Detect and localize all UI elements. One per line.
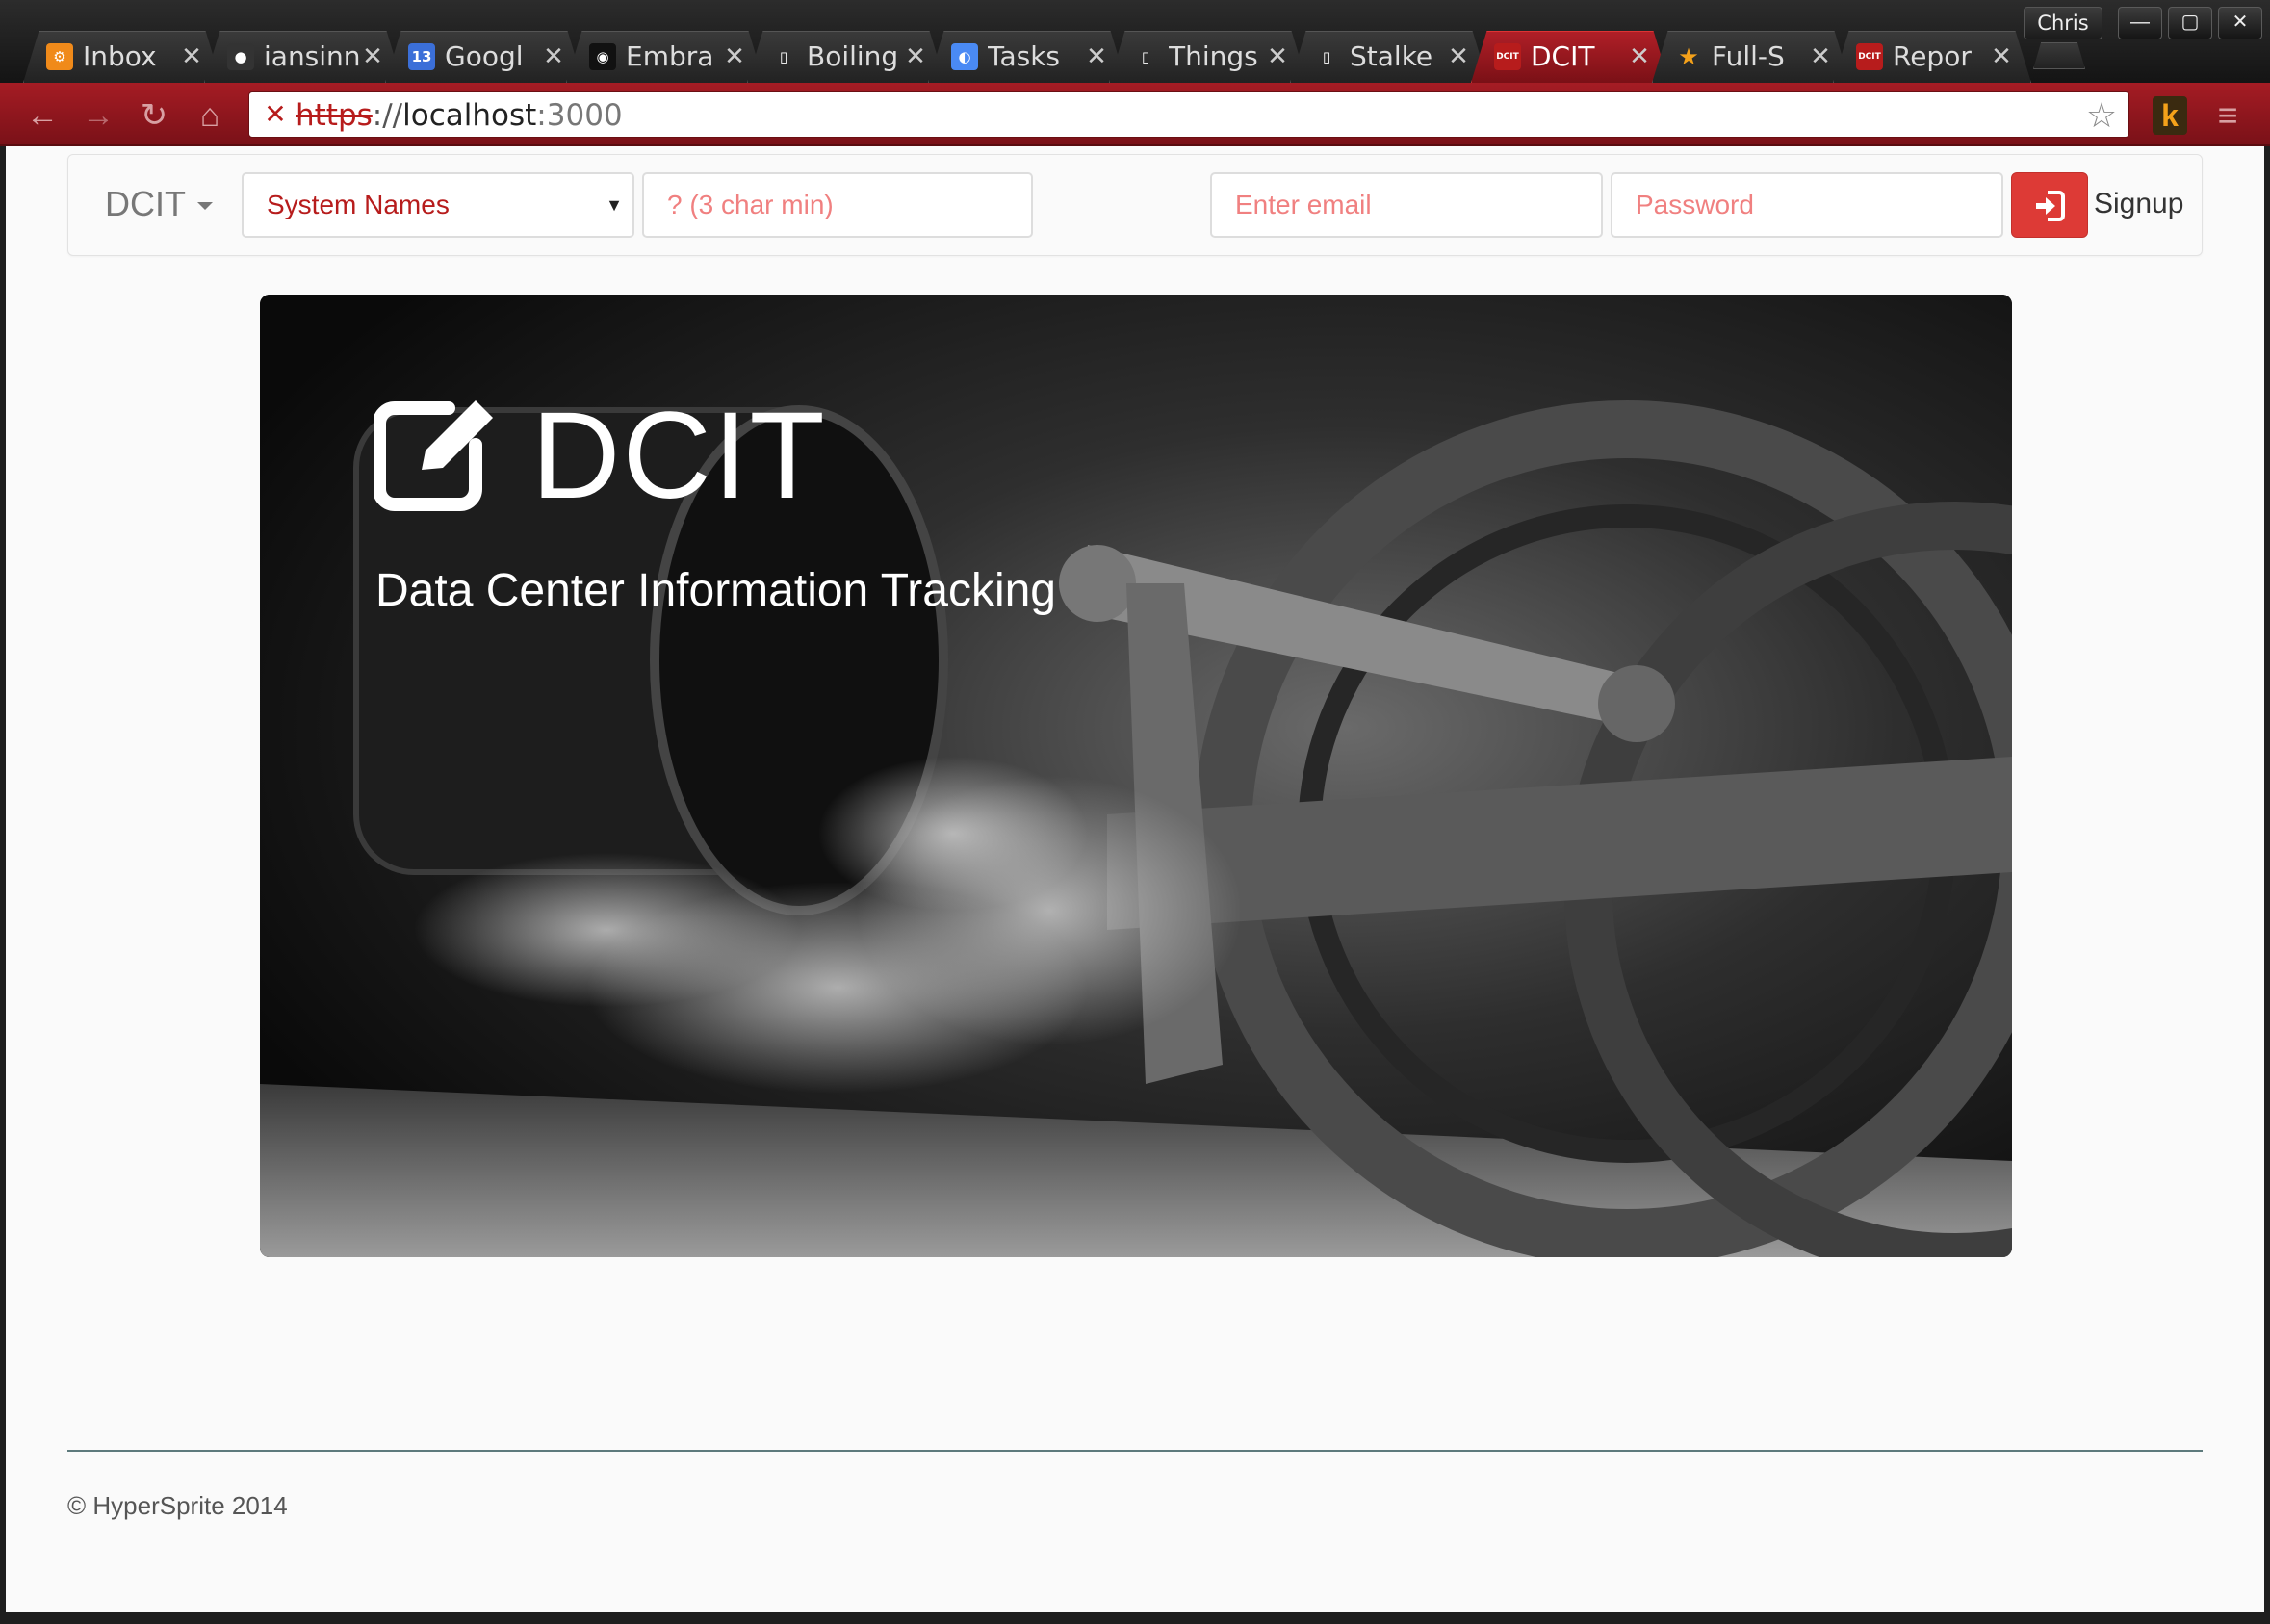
app-navbar: DCIT System Names ▼ ? (3 char min) Enter…	[67, 154, 2203, 256]
brand-label: DCIT	[105, 184, 186, 223]
tab-close-icon[interactable]: ✕	[539, 39, 568, 75]
tab-title: Boiling	[807, 40, 899, 72]
brand-dropdown[interactable]: DCIT	[105, 180, 213, 228]
reload-icon[interactable]: ↻	[135, 96, 173, 135]
tab-title: Things	[1169, 40, 1258, 72]
browser-window: Chris — ▢ ✕ ⚙ Inbox ✕ ● iansinn ✕ 13 Goo…	[0, 0, 2270, 1624]
title-bar: Chris — ▢ ✕ ⚙ Inbox ✕ ● iansinn ✕ 13 Goo…	[0, 0, 2270, 83]
maximize-button[interactable]: ▢	[2168, 7, 2212, 39]
url-separator: ://	[372, 98, 403, 133]
tab-title: Tasks	[988, 40, 1061, 72]
select-value: System Names	[267, 190, 450, 219]
tab-close-icon[interactable]: ✕	[720, 39, 749, 75]
address-bar[interactable]: ✕ https://localhost:3000 ☆	[248, 91, 2129, 138]
window-close-button[interactable]: ✕	[2218, 7, 2262, 39]
extension-k-icon[interactable]: k	[2153, 96, 2187, 135]
page-favicon-icon: ▯	[1141, 48, 1150, 65]
hero-banner: DCIT Data Center Information Tracking	[260, 295, 2012, 1257]
url-scheme: https	[296, 98, 373, 133]
login-button[interactable]	[2011, 172, 2088, 238]
tab-title: Embra	[626, 40, 714, 72]
tab-title: Stalke	[1350, 40, 1433, 72]
footer-copyright: © HyperSprite 2014	[67, 1491, 288, 1520]
new-tab-button[interactable]	[2033, 42, 2085, 69]
tab-close-icon[interactable]: ✕	[1444, 39, 1473, 75]
tab-title: Inbox	[83, 40, 157, 72]
url-host: localhost	[402, 98, 537, 133]
star-favicon-icon: ★	[1678, 43, 1699, 70]
insecure-connection-icon[interactable]: ✕	[261, 100, 290, 129]
tab-title: iansinn	[264, 40, 361, 72]
edit-square-icon	[374, 400, 493, 511]
tab-dcit-active[interactable]: DCIT DCIT ✕	[1471, 31, 1669, 83]
email-field[interactable]: Enter email	[1210, 172, 1603, 238]
page-viewport: DCIT System Names ▼ ? (3 char min) Enter…	[6, 146, 2264, 1612]
tab-title: Full-S	[1712, 40, 1785, 72]
tab-embra[interactable]: ◉ Embra ✕	[566, 31, 764, 83]
bookmark-star-icon[interactable]: ☆	[2082, 96, 2121, 135]
page-favicon-icon: ▯	[779, 48, 788, 65]
tab-inbox[interactable]: ⚙ Inbox ✕	[23, 31, 221, 83]
hero-title: DCIT	[531, 387, 827, 525]
tasks-favicon-icon: ◐	[951, 43, 978, 70]
tab-close-icon[interactable]: ✕	[1082, 39, 1111, 75]
calendar-favicon-icon: 13	[408, 43, 435, 70]
embra-favicon-icon: ◉	[589, 43, 616, 70]
url-text[interactable]: https://localhost:3000	[296, 98, 623, 133]
tab-close-icon[interactable]: ✕	[901, 39, 930, 75]
tab-close-icon[interactable]: ✕	[1987, 39, 2016, 75]
github-favicon-icon: ●	[227, 43, 254, 70]
dcit-favicon-icon: DCIT	[1856, 43, 1883, 70]
tab-github[interactable]: ● iansinn ✕	[204, 31, 402, 83]
tab-things[interactable]: ▯ Things ✕	[1109, 31, 1307, 83]
tab-close-icon[interactable]: ✕	[358, 39, 387, 75]
sign-in-icon	[2036, 191, 2065, 221]
tab-strip: ⚙ Inbox ✕ ● iansinn ✕ 13 Googl ✕ ◉ Embra…	[23, 31, 2141, 83]
tab-title: Repor	[1893, 40, 1972, 72]
dcit-favicon-icon: DCIT	[1494, 43, 1521, 70]
tab-close-icon[interactable]: ✕	[1806, 39, 1835, 75]
tab-google-calendar[interactable]: 13 Googl ✕	[385, 31, 583, 83]
home-icon[interactable]: ⌂	[191, 96, 229, 135]
locomotive-photo	[260, 295, 2012, 1257]
tab-stalker[interactable]: ▯ Stalke ✕	[1290, 31, 1488, 83]
tab-title: DCIT	[1531, 40, 1595, 72]
tab-tasks[interactable]: ◐ Tasks ✕	[928, 31, 1126, 83]
tab-full-stack[interactable]: ★ Full-S ✕	[1652, 31, 1850, 83]
tab-boiling[interactable]: ▯ Boiling ✕	[747, 31, 945, 83]
tab-close-icon[interactable]: ✕	[1625, 39, 1654, 75]
browser-menu-icon[interactable]: ≡	[2208, 96, 2247, 135]
tab-close-icon[interactable]: ✕	[177, 39, 206, 75]
password-field[interactable]: Password	[1611, 172, 2003, 238]
search-input[interactable]: ? (3 char min)	[642, 172, 1033, 238]
back-arrow-icon[interactable]: ←	[23, 96, 62, 135]
footer-divider	[67, 1450, 2203, 1452]
url-port: :3000	[536, 98, 623, 133]
tab-reports[interactable]: DCIT Repor ✕	[1833, 31, 2031, 83]
tab-title: Googl	[445, 40, 524, 72]
hero-tagline: Data Center Information Tracking	[375, 565, 1056, 616]
browser-toolbar: ← → ↻ ⌂ ✕ https://localhost:3000 ☆ k ≡	[0, 83, 2270, 146]
tab-close-icon[interactable]: ✕	[1263, 39, 1292, 75]
forward-arrow-icon[interactable]: →	[79, 96, 117, 135]
system-names-select[interactable]: System Names ▼	[242, 172, 634, 238]
dropdown-arrow-icon: ▼	[606, 195, 623, 215]
inbox-favicon-icon: ⚙	[46, 43, 73, 70]
signup-link[interactable]: Signup	[2094, 180, 2183, 228]
caret-down-icon	[197, 202, 213, 211]
page-favicon-icon: ▯	[1322, 48, 1331, 65]
